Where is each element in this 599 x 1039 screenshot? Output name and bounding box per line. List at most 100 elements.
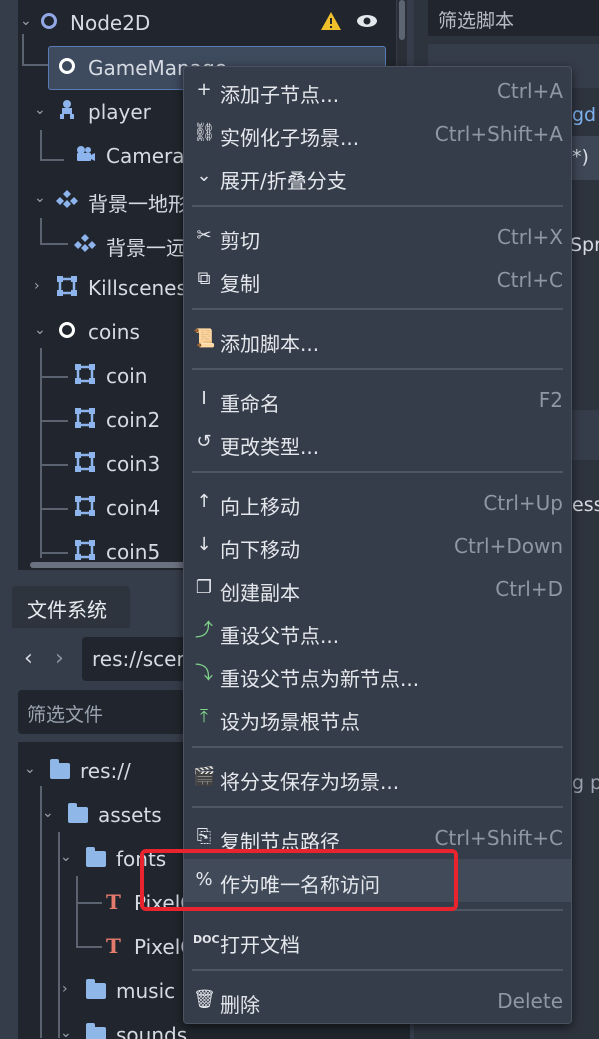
menu-separator [192, 471, 563, 473]
menu-item-open-docs[interactable]: DOC 打开文档 [184, 919, 571, 962]
node2d-circle-icon [41, 13, 57, 29]
menu-item-instantiate[interactable]: ⛓ 实例化子场景... Ctrl+Shift+A [184, 112, 571, 155]
warning-icon[interactable] [320, 10, 342, 32]
menu-item-label: 展开/折叠分支 [220, 169, 347, 193]
copy-icon: ⧉ [197, 268, 211, 289]
chevron-down-icon[interactable]: ⌄ [42, 805, 54, 821]
menu-item-label: 向上移动 [220, 495, 300, 519]
folder-icon [86, 979, 106, 999]
fs-item-label: assets [98, 803, 162, 827]
chevron-down-icon[interactable]: ⌄ [60, 1025, 72, 1039]
menu-item-move-up[interactable]: ↑ 向上移动 Ctrl+Up [184, 481, 571, 524]
menu-item-make-root[interactable]: ⤒ 设为场景根节点 [184, 696, 571, 739]
fs-item-label: res:// [80, 759, 131, 783]
chevron-right-icon[interactable]: › [62, 981, 68, 997]
reparent-icon: ⤴ [195, 620, 213, 641]
area2d-icon [75, 408, 95, 428]
script-add-icon: 📜 [193, 328, 216, 349]
node-circle-icon [59, 58, 75, 74]
chevron-down-icon[interactable]: ⌄ [34, 322, 46, 338]
tree-scroll-thumb[interactable] [399, 0, 405, 40]
file-filter-placeholder: 筛选文件 [27, 704, 104, 726]
menu-item-reparent[interactable]: ⤴ 重设父节点... [184, 610, 571, 653]
tree-label: 背景一地形 [88, 192, 188, 216]
menu-separator [192, 746, 563, 748]
tree-label: coin5 [106, 540, 161, 564]
trash-icon: 🗑 [193, 989, 216, 1010]
tree-label: coin3 [106, 452, 161, 476]
menu-item-shortcut: Ctrl+Shift+C [434, 826, 563, 850]
menu-item-label: 设为场景根节点 [220, 710, 360, 734]
menu-item-label: 删除 [220, 993, 260, 1017]
chevron-down-icon[interactable]: ⌄ [60, 849, 72, 865]
camera-icon [77, 146, 95, 161]
right-panel-text-fragment: p [590, 772, 599, 794]
character-icon [60, 100, 74, 119]
folder-icon [86, 1023, 106, 1039]
annotation-highlight-box [140, 849, 458, 911]
script-name-fragment: *) [572, 146, 589, 168]
menu-item-label: 添加子节点... [220, 83, 340, 107]
menu-item-shortcut: Ctrl+A [496, 79, 563, 103]
menu-item-shortcut: F2 [538, 388, 563, 412]
menu-item-add-child[interactable]: + 添加子节点... Ctrl+A [184, 69, 571, 112]
scissors-icon: ✂ [196, 225, 212, 246]
menu-item-expand-collapse[interactable]: ⌄ 展开/折叠分支 [184, 155, 571, 198]
script-name-fragment[interactable]: gd [572, 104, 596, 126]
tilemap-icon [56, 190, 78, 208]
script-filter-input[interactable]: 筛选脚本 [428, 0, 599, 36]
chevron-right-icon[interactable]: › [34, 278, 40, 294]
menu-item-reparent-new[interactable]: ⤵ 重设父节点为新节点... [184, 653, 571, 696]
back-arrow-icon[interactable]: ‹ [24, 646, 33, 671]
tab-filesystem[interactable]: 文件系统 [12, 586, 130, 628]
menu-separator [192, 368, 563, 370]
menu-separator [192, 969, 563, 971]
menu-item-shortcut: Ctrl+X [496, 225, 563, 249]
menu-item-delete[interactable]: 🗑 删除 Delete [184, 979, 571, 1022]
save-branch-icon: 🎬 [193, 766, 216, 787]
chevron-down-icon[interactable]: ⌄ [20, 13, 32, 29]
menu-item-shortcut: Delete [497, 989, 563, 1013]
folder-icon [68, 803, 88, 823]
make-root-icon: ⤒ [200, 706, 208, 727]
rotate-icon: ↺ [196, 431, 212, 452]
menu-item-duplicate[interactable]: ❐ 创建副本 Ctrl+D [184, 567, 571, 610]
menu-item-cut[interactable]: ✂ 剪切 Ctrl+X [184, 215, 571, 258]
area2d-icon [57, 276, 77, 296]
menu-item-rename[interactable]: I 重命名 F2 [184, 378, 571, 421]
folder-icon [86, 847, 106, 867]
tree-row-node2d[interactable]: ⌄ Node2D [18, 0, 396, 44]
chevron-down-icon: ⌄ [196, 165, 212, 186]
menu-separator [192, 308, 563, 310]
chevron-down-icon[interactable]: ⌄ [34, 102, 46, 118]
fs-item-label: music [116, 979, 176, 1003]
tree-label: coin4 [106, 496, 161, 520]
tree-label: player [88, 100, 151, 124]
tree-label: coins [88, 320, 140, 344]
tree-horizontal-scrollbar[interactable] [30, 562, 190, 568]
menu-item-label: 将分支保存为场景... [220, 770, 400, 794]
menu-item-label: 向下移动 [220, 538, 300, 562]
chevron-down-icon[interactable]: ⌄ [24, 761, 36, 777]
menu-item-shortcut: Ctrl+Down [453, 534, 563, 558]
menu-item-attach-script[interactable]: 📜 添加脚本... [184, 318, 571, 361]
chevron-down-icon[interactable]: ⌄ [34, 190, 46, 206]
menu-item-copy[interactable]: ⧉ 复制 Ctrl+C [184, 258, 571, 301]
folder-icon [50, 759, 70, 779]
menu-separator [192, 205, 563, 207]
right-panel-text-fragment: ess [572, 494, 599, 516]
script-name-fragment: Spr [570, 234, 599, 256]
menu-item-move-down[interactable]: ↓ 向下移动 Ctrl+Down [184, 524, 571, 567]
tree-label: coin2 [106, 408, 161, 432]
tree-label: 背景一远 [106, 236, 186, 260]
menu-item-label: 重命名 [220, 392, 280, 416]
area2d-icon [75, 452, 95, 472]
menu-item-save-branch[interactable]: 🎬 将分支保存为场景... [184, 756, 571, 799]
menu-item-label: 复制 [220, 272, 260, 296]
right-panel-text-fragment: g [572, 772, 585, 794]
visibility-eye-icon[interactable] [356, 10, 378, 32]
copy-path-icon: ⎘ [196, 826, 212, 847]
menu-item-change-type[interactable]: ↺ 更改类型... [184, 421, 571, 464]
menu-item-label: 添加脚本... [220, 332, 320, 356]
forward-arrow-icon[interactable]: › [55, 646, 64, 671]
